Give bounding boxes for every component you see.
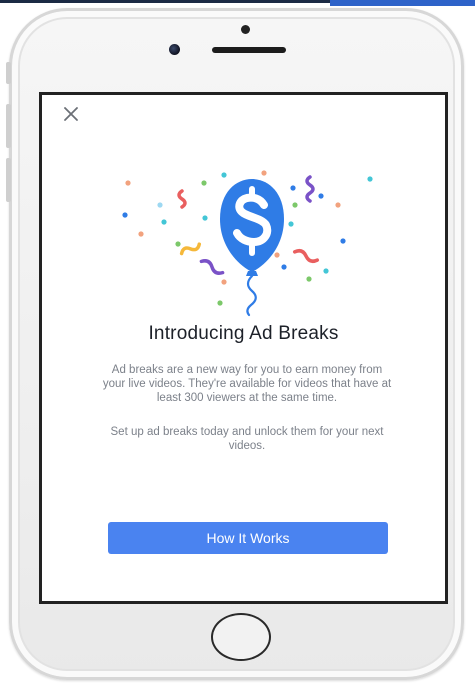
dollar-balloon-confetti-icon bbox=[112, 167, 382, 317]
close-icon[interactable] bbox=[60, 103, 82, 125]
top-edge-dark-line bbox=[0, 0, 330, 3]
volume-down-button bbox=[6, 158, 11, 202]
screenshot: Introducing Ad Breaks Ad breaks are a ne… bbox=[0, 0, 475, 684]
secondary-description-text: Set up ad breaks today and unlock them f… bbox=[110, 426, 384, 452]
app-screen: Introducing Ad Breaks Ad breaks are a ne… bbox=[39, 92, 448, 604]
description-text: Ad breaks are a new way for you to earn … bbox=[102, 364, 392, 404]
how-it-works-button[interactable]: How It Works bbox=[108, 522, 388, 554]
close-icon-glyph bbox=[64, 107, 78, 121]
home-button[interactable] bbox=[211, 613, 271, 661]
front-camera-icon bbox=[169, 44, 180, 55]
volume-up-button bbox=[6, 104, 11, 148]
sensor-dot bbox=[241, 25, 250, 34]
earpiece-speaker bbox=[212, 47, 286, 53]
top-edge-blue-line bbox=[330, 0, 475, 6]
page-title: Introducing Ad Breaks bbox=[148, 323, 339, 344]
mute-switch bbox=[6, 62, 11, 84]
